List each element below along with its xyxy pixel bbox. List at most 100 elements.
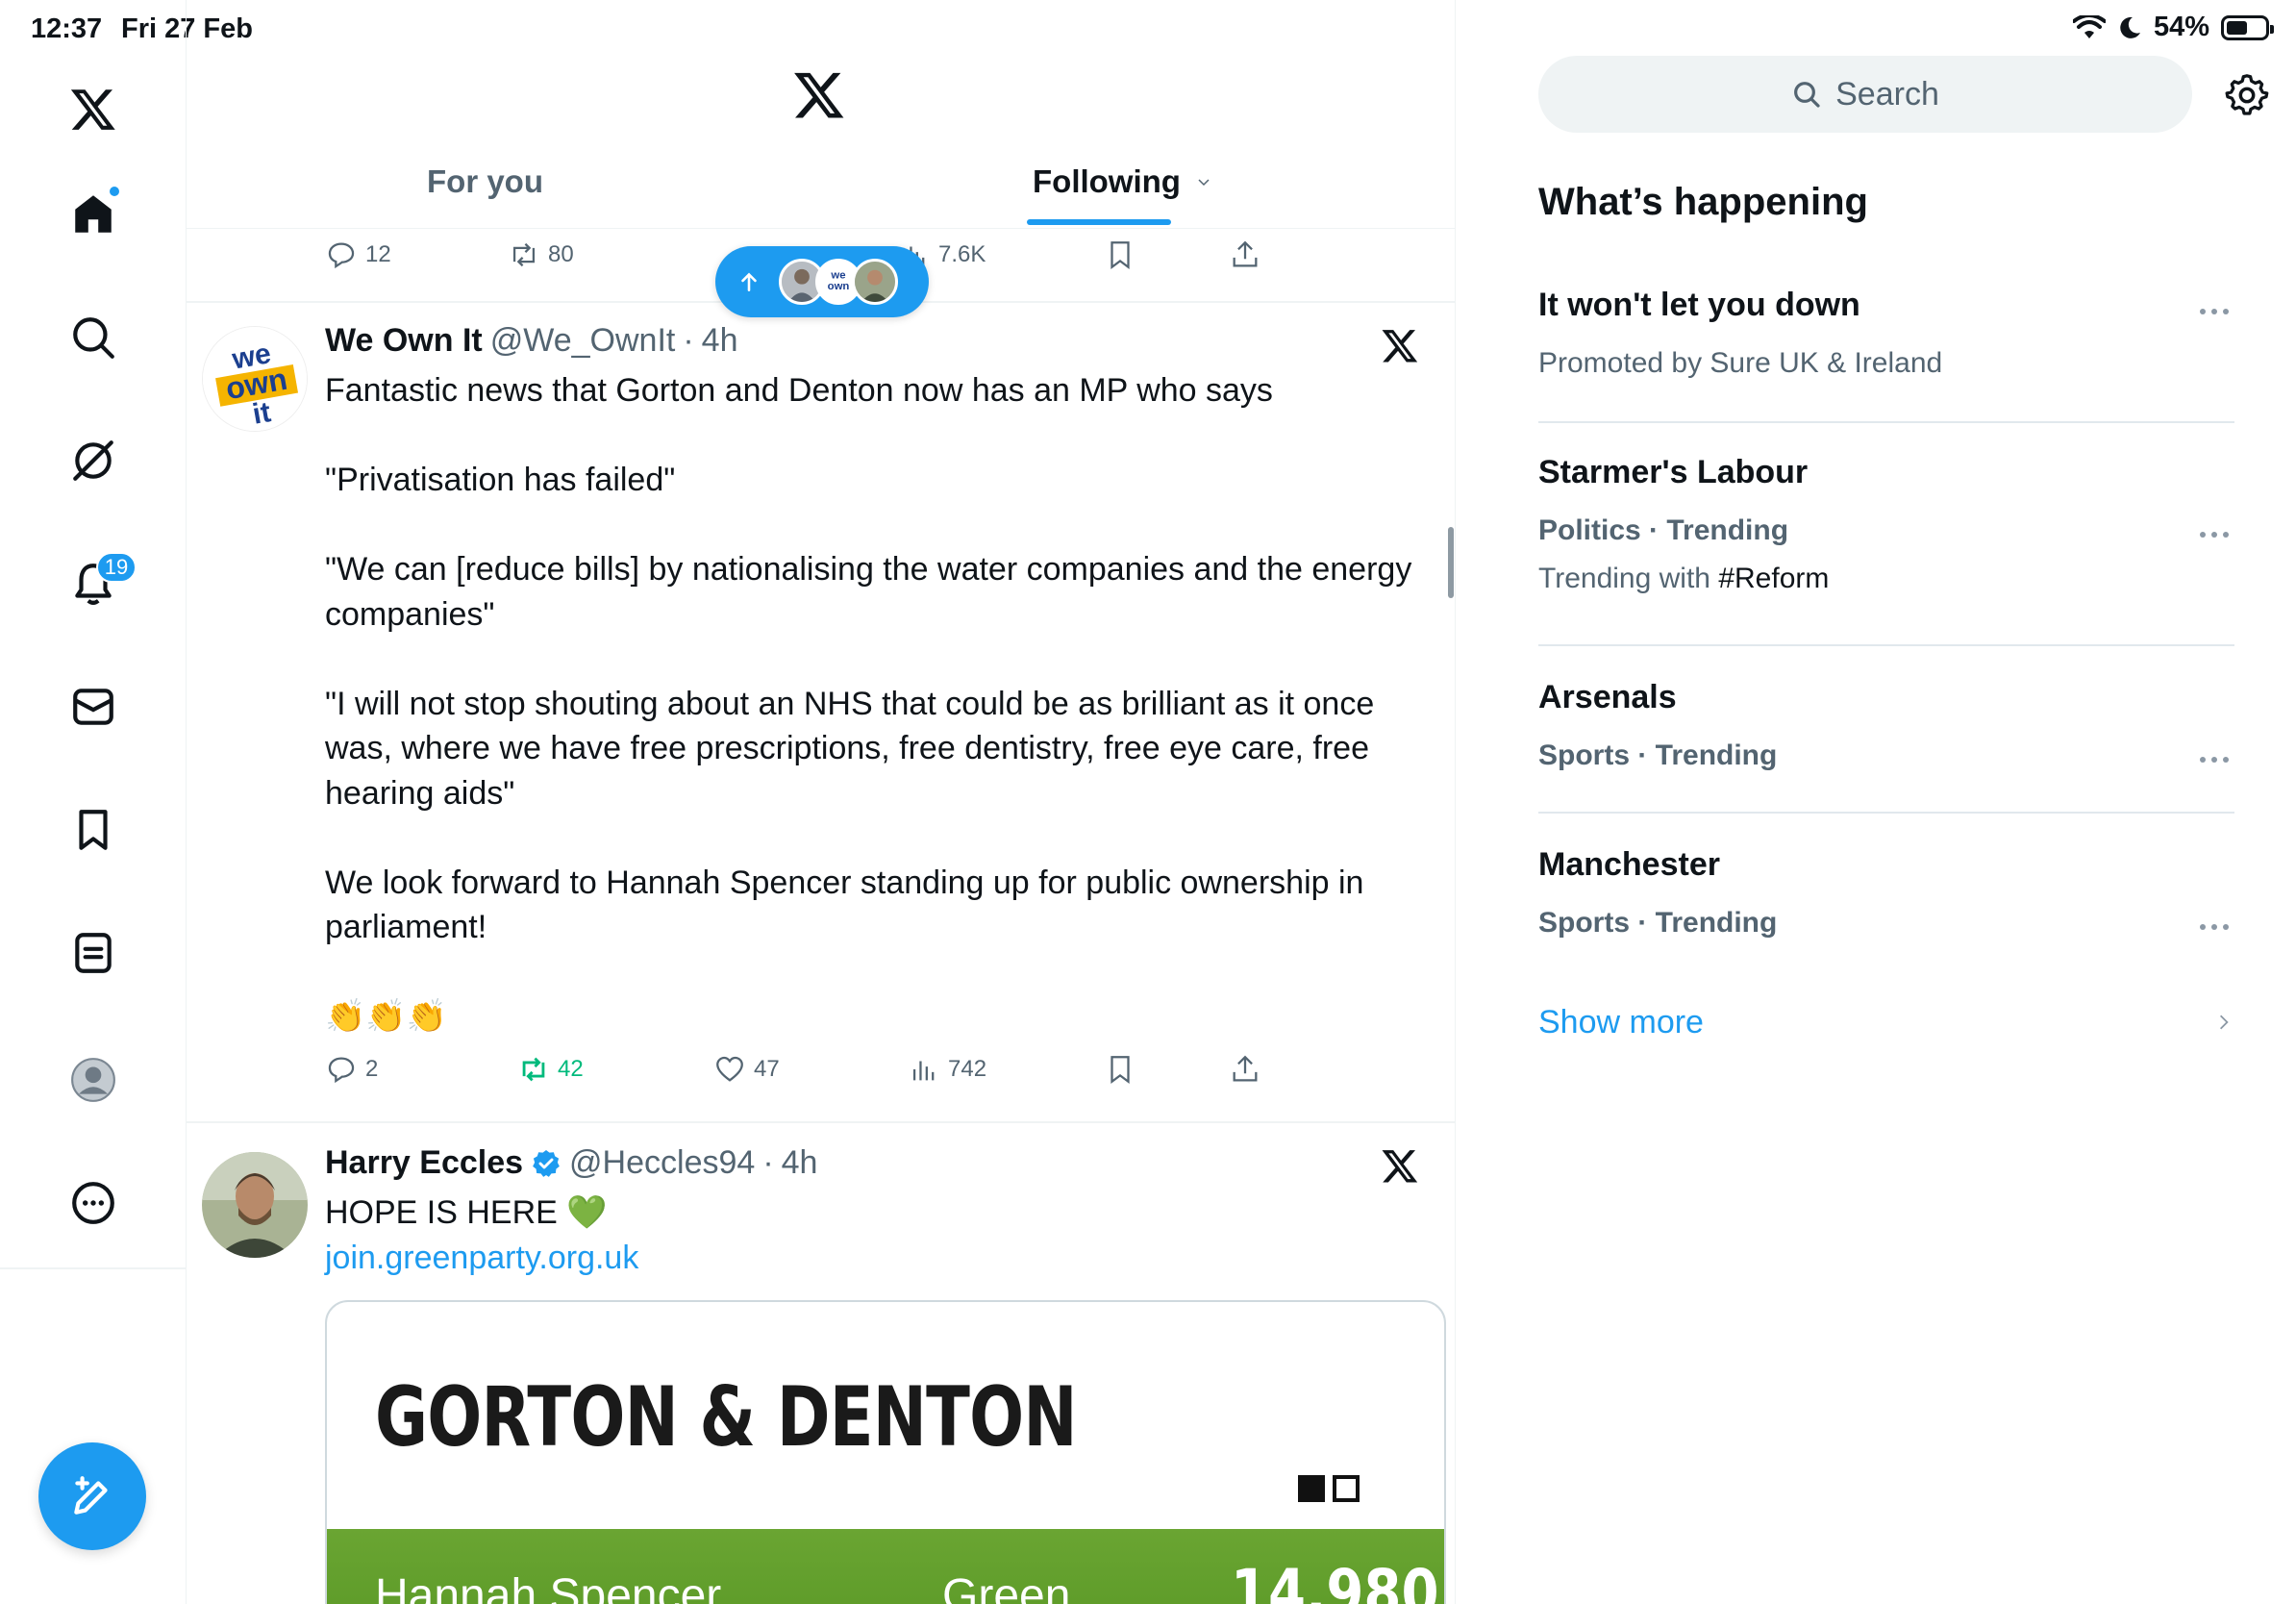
bookmarks-icon[interactable] (60, 796, 127, 864)
author-name[interactable]: We Own It (325, 322, 483, 360)
chevron-down-icon (1198, 179, 1210, 187)
lists-icon[interactable] (60, 919, 127, 987)
compose-post-button[interactable] (38, 1442, 146, 1550)
reply-icon (328, 242, 355, 269)
more-options-icon[interactable] (60, 1169, 127, 1237)
x-logo-header-icon[interactable] (792, 67, 846, 121)
active-tab-indicator (1027, 219, 1171, 225)
reply-count: 2 (365, 1056, 379, 1082)
tab-for-you[interactable]: For you (427, 163, 543, 200)
like-button[interactable]: 47 (713, 1053, 780, 1086)
new-post-avatar (852, 259, 898, 305)
more-options-icon[interactable] (2200, 754, 2234, 765)
tweet-we-own-it[interactable]: we own it We Own It @We_OwnIt · 4h Fanta… (187, 303, 1455, 1120)
svg-text:own: own (828, 281, 850, 292)
media-title: GORTON & DENTON (375, 1369, 1078, 1466)
timeline-scrollbar[interactable] (1448, 527, 1454, 598)
show-more-link[interactable]: Show more (1538, 1004, 1704, 1041)
tweet-link[interactable]: join.greenparty.org.uk (325, 1236, 1421, 1281)
tweet-media-image[interactable]: GORTON & DENTON Hannah Spencer Green 14,… (325, 1300, 1446, 1604)
tab-following[interactable]: Following (1033, 163, 1211, 200)
share-button[interactable] (1229, 238, 1261, 271)
trend-subtitle: Sports · Trending (1538, 739, 1778, 771)
bookmark-icon (1111, 241, 1130, 270)
tweet-paragraph: "I will not stop shouting about an NHS t… (325, 685, 1375, 812)
search-icon (1794, 82, 1820, 108)
candidate-name: Hannah Spencer (375, 1570, 722, 1604)
tweet-paragraph: HOPE IS HERE 💚 (325, 1194, 608, 1231)
dot-separator: · (683, 322, 694, 359)
notifications-badge: 19 (96, 552, 137, 583)
reply-button[interactable]: 12 (325, 238, 391, 271)
share-icon (1233, 1055, 1258, 1082)
author-handle[interactable]: @Heccles94 (569, 1144, 755, 1182)
candidate-votes: 14,980 (1231, 1556, 1439, 1604)
views-count: 7.6K (938, 241, 986, 267)
tweet-paragraph: 👏👏👏 (325, 998, 448, 1035)
right-sidebar: Search What’s happening It won't let you… (1456, 0, 2296, 1604)
tweet-paragraph: Fantastic news that Gorton and Denton no… (325, 372, 1273, 409)
svg-text:we: we (830, 270, 845, 282)
tweet-header: We Own It @We_OwnIt · 4h (325, 322, 738, 360)
views-icon (912, 1061, 935, 1081)
avatar[interactable]: we own it (202, 326, 308, 432)
repost-count: 80 (548, 241, 574, 267)
home-icon[interactable] (60, 181, 127, 248)
repost-icon (522, 1057, 545, 1082)
search-placeholder: Search (1835, 75, 1939, 113)
result-bar: Hannah Spencer Green 14,980 (327, 1529, 1444, 1604)
square-filled (1298, 1475, 1325, 1502)
author-handle[interactable]: @We_OwnIt (490, 322, 676, 360)
notifications-bell-icon[interactable]: 19 (60, 550, 137, 617)
timeline-tabs: For you Following (187, 144, 1455, 229)
home-unread-dot (108, 185, 121, 198)
reply-icon (328, 1057, 355, 1084)
bookmark-button[interactable] (1104, 1053, 1136, 1086)
repost-button[interactable]: 42 (517, 1053, 584, 1086)
like-count: 47 (754, 1056, 780, 1082)
search-bar[interactable]: Search (1538, 56, 2192, 133)
trend-separator (1538, 421, 2234, 423)
more-options-icon[interactable] (2200, 921, 2234, 933)
compose-icon (74, 1476, 108, 1515)
author-name[interactable]: Harry Eccles (325, 1144, 523, 1182)
trend-item[interactable]: Manchester Sports · Trending (1538, 846, 2234, 940)
trend-with-hashtag[interactable]: #Reform (1718, 563, 1829, 594)
more-options-icon[interactable] (2200, 529, 2234, 540)
bookmark-icon (1111, 1056, 1130, 1085)
trend-item[interactable]: Starmer's Labour Politics · Trending Tre… (1538, 454, 2234, 595)
share-button[interactable] (1229, 1053, 1261, 1086)
x-logo-icon[interactable] (1381, 1146, 1419, 1185)
x-logo-icon[interactable] (60, 75, 127, 142)
grok-icon[interactable] (60, 427, 127, 494)
tweet-text: HOPE IS HERE 💚 join.greenparty.org.uk (325, 1190, 1421, 1280)
timeline-column: For you Following 12 80 7.6K we own we o… (187, 0, 1456, 1604)
verified-badge-icon (533, 1149, 560, 1177)
more-options-icon[interactable] (2200, 306, 2234, 317)
tweet-paragraph: We look forward to Hannah Spencer standi… (325, 864, 1364, 946)
avatar[interactable] (202, 1152, 308, 1258)
share-icon (1233, 240, 1258, 267)
x-logo-icon[interactable] (1381, 326, 1419, 364)
profile-avatar-icon[interactable] (60, 1046, 127, 1114)
tweet-actions: 2 42 47 742 (187, 1053, 1455, 1101)
whats-happening-heading: What’s happening (1538, 181, 1868, 223)
trend-item[interactable]: It won't let you down Promoted by Sure U… (1538, 287, 2234, 380)
trend-subtitle: Promoted by Sure UK & Ireland (1538, 347, 1943, 379)
gear-icon[interactable] (2225, 73, 2269, 117)
search-icon[interactable] (60, 304, 127, 371)
repost-button[interactable]: 80 (508, 238, 574, 271)
trend-with-prefix: Trending with (1538, 563, 1710, 594)
arrow-up-icon (741, 272, 757, 291)
trend-separator (1538, 644, 2234, 646)
trend-item[interactable]: Arsenals Sports · Trending (1538, 679, 2234, 772)
tweet-text: Fantastic news that Gorton and Denton no… (325, 368, 1421, 1040)
messages-icon[interactable] (60, 673, 127, 740)
reply-button[interactable]: 2 (325, 1053, 378, 1086)
square-empty (1333, 1475, 1360, 1502)
trend-with: Trending with #Reform (1538, 563, 2234, 595)
bookmark-button[interactable] (1104, 238, 1136, 271)
reply-count: 12 (365, 241, 391, 267)
chevron-right-icon[interactable] (2215, 1014, 2233, 1031)
views-button[interactable]: 742 (908, 1053, 986, 1086)
